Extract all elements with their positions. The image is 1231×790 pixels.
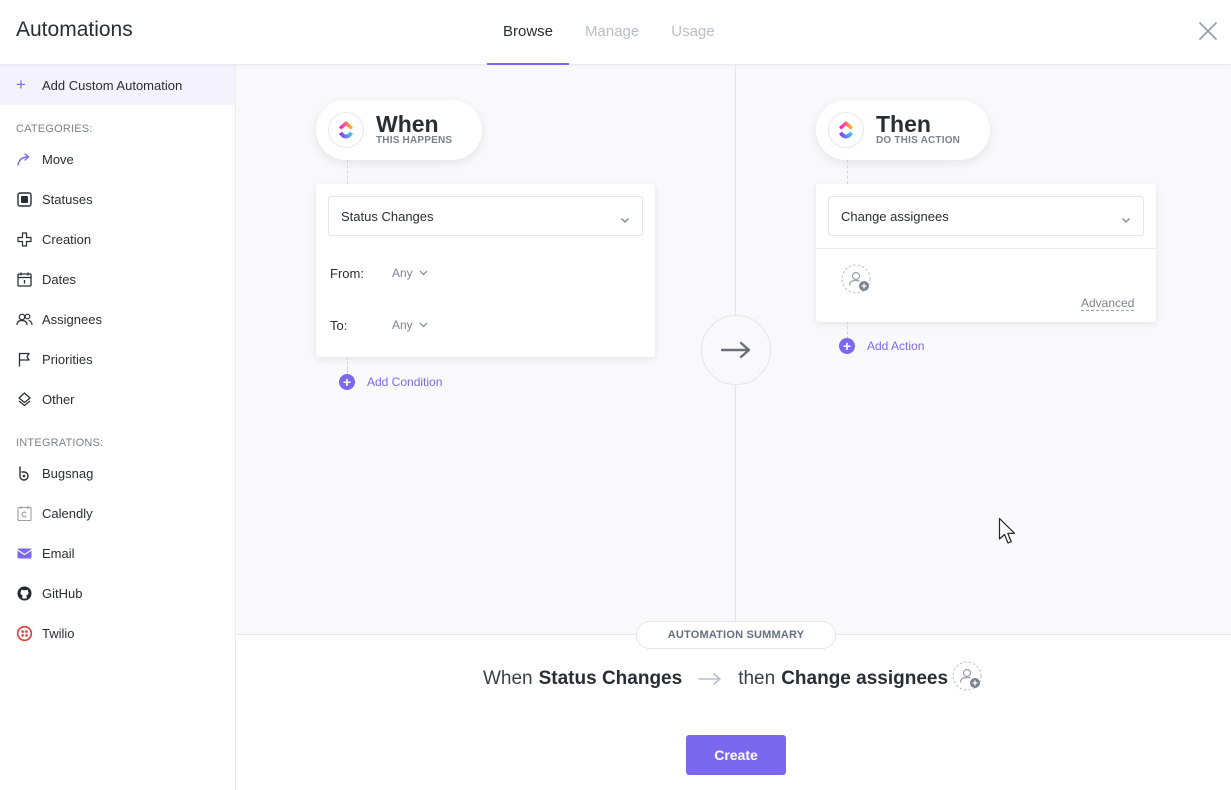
automation-summary: When Status Changes then Change assignee…	[236, 661, 1231, 693]
tab-usage[interactable]: Usage	[655, 0, 730, 65]
plus-outline-icon	[16, 231, 33, 248]
sidebar-item-label: Email	[42, 545, 75, 561]
plus-circle-icon: +	[339, 374, 355, 390]
sidebar: + Add Custom Automation CATEGORIES: Move…	[0, 65, 236, 790]
action-card: Change assignees Advanced	[816, 184, 1156, 322]
flag-icon	[16, 351, 33, 368]
arrow-right-icon	[698, 672, 722, 686]
plus-circle-icon: +	[839, 338, 855, 354]
mouse-cursor-icon	[998, 517, 1020, 552]
to-label: To:	[330, 318, 348, 333]
sidebar-item-bugsnag[interactable]: Bugsnag	[0, 453, 235, 493]
sidebar-item-label: Other	[42, 391, 75, 407]
calendly-icon	[16, 505, 33, 522]
sidebar-item-label: Move	[42, 151, 74, 167]
automation-builder-canvas: When THIS HAPPENS Status Changes From: A…	[236, 65, 1231, 635]
sidebar-item-creation[interactable]: Creation	[0, 219, 235, 259]
categories-heading: CATEGORIES:	[16, 123, 93, 135]
calendar-icon	[16, 271, 33, 288]
chevron-down-icon	[419, 270, 428, 276]
sidebar-item-label: Dates	[42, 271, 76, 287]
when-subtitle: THIS HAPPENS	[376, 135, 453, 146]
sidebar-item-dates[interactable]: Dates	[0, 259, 235, 299]
sidebar-item-label: Statuses	[42, 191, 93, 207]
plus-icon: +	[16, 75, 26, 94]
sidebar-item-label: Priorities	[42, 351, 93, 367]
sidebar-item-label: GitHub	[42, 585, 83, 601]
integrations-heading: INTEGRATIONS:	[16, 437, 104, 449]
card-divider	[816, 248, 1156, 249]
action-select[interactable]: Change assignees	[828, 196, 1144, 236]
when-header-pill: When THIS HAPPENS	[316, 100, 483, 160]
chevron-down-icon	[620, 212, 630, 227]
header: Automations Browse Manage Usage	[0, 0, 1231, 65]
create-button[interactable]: Create	[686, 735, 786, 775]
add-assignee-icon[interactable]	[841, 264, 871, 294]
to-dropdown[interactable]: Any	[392, 318, 428, 332]
to-value: Any	[392, 318, 413, 332]
github-icon	[16, 585, 33, 602]
trigger-card: Status Changes From: Any To: Any	[316, 184, 655, 357]
sidebar-item-email[interactable]: Email	[0, 533, 235, 573]
close-icon[interactable]	[1197, 20, 1219, 42]
advanced-link[interactable]: Advanced	[1081, 296, 1135, 311]
connector-line	[847, 322, 848, 339]
add-action-button[interactable]: + Add Action	[839, 338, 924, 354]
then-title: Then	[876, 111, 931, 137]
add-condition-label: Add Condition	[367, 375, 443, 389]
add-custom-automation-label: Add Custom Automation	[42, 77, 183, 93]
sidebar-item-label: Creation	[42, 231, 92, 247]
flow-arrow-icon	[701, 315, 771, 385]
sidebar-item-label: Bugsnag	[42, 465, 94, 481]
clickup-logo-icon	[328, 112, 364, 148]
sidebar-item-label: Twilio	[42, 625, 75, 641]
summary-when-word: When	[482, 668, 533, 689]
sidebar-item-label: Assignees	[42, 311, 102, 327]
assignee-add-icon[interactable]	[952, 661, 984, 693]
trigger-select[interactable]: Status Changes	[328, 196, 643, 236]
sidebar-item-statuses[interactable]: Statuses	[0, 179, 235, 219]
summary-then-word: then	[738, 668, 776, 689]
sidebar-item-other[interactable]: Other	[0, 379, 235, 419]
sidebar-item-calendly[interactable]: Calendly	[0, 493, 235, 533]
add-action-label: Add Action	[867, 339, 925, 353]
summary-when-value: Status Changes	[538, 668, 683, 689]
sidebar-item-move[interactable]: Move	[0, 139, 235, 179]
tab-manage[interactable]: Manage	[569, 0, 655, 65]
connector-line	[347, 357, 348, 374]
layers-icon	[16, 391, 33, 408]
clickup-logo-icon	[828, 112, 864, 148]
add-condition-button[interactable]: + Add Condition	[339, 374, 442, 390]
trigger-select-value: Status Changes	[341, 208, 434, 224]
tab-bar: Browse Manage Usage	[487, 0, 731, 65]
then-subtitle: DO THIS ACTION	[876, 135, 961, 146]
from-value: Any	[392, 266, 413, 280]
move-arrow-icon	[16, 151, 33, 168]
action-select-value: Change assignees	[841, 208, 949, 224]
from-label: From:	[330, 266, 364, 281]
when-title: When	[376, 111, 439, 137]
automation-summary-badge: AUTOMATION SUMMARY	[636, 621, 836, 649]
then-header-pill: Then DO THIS ACTION	[816, 100, 991, 160]
page-title: Automations	[16, 18, 133, 41]
summary-then-value: Change assignees	[781, 668, 949, 689]
sidebar-item-github[interactable]: GitHub	[0, 573, 235, 613]
sidebar-item-priorities[interactable]: Priorities	[0, 339, 235, 379]
chevron-down-icon	[419, 322, 428, 328]
twilio-icon	[16, 625, 33, 642]
email-icon	[16, 545, 33, 562]
status-square-icon	[16, 191, 33, 208]
chevron-down-icon	[1121, 212, 1131, 227]
sidebar-item-twilio[interactable]: Twilio	[0, 613, 235, 653]
connector-line	[847, 160, 848, 184]
add-custom-automation-button[interactable]: + Add Custom Automation	[0, 65, 235, 105]
users-icon	[16, 311, 33, 328]
tab-browse[interactable]: Browse	[487, 0, 570, 65]
sidebar-item-label: Calendly	[42, 505, 93, 521]
sidebar-item-assignees[interactable]: Assignees	[0, 299, 235, 339]
bugsnag-icon	[16, 465, 33, 482]
connector-line	[347, 160, 348, 184]
from-dropdown[interactable]: Any	[392, 266, 428, 280]
